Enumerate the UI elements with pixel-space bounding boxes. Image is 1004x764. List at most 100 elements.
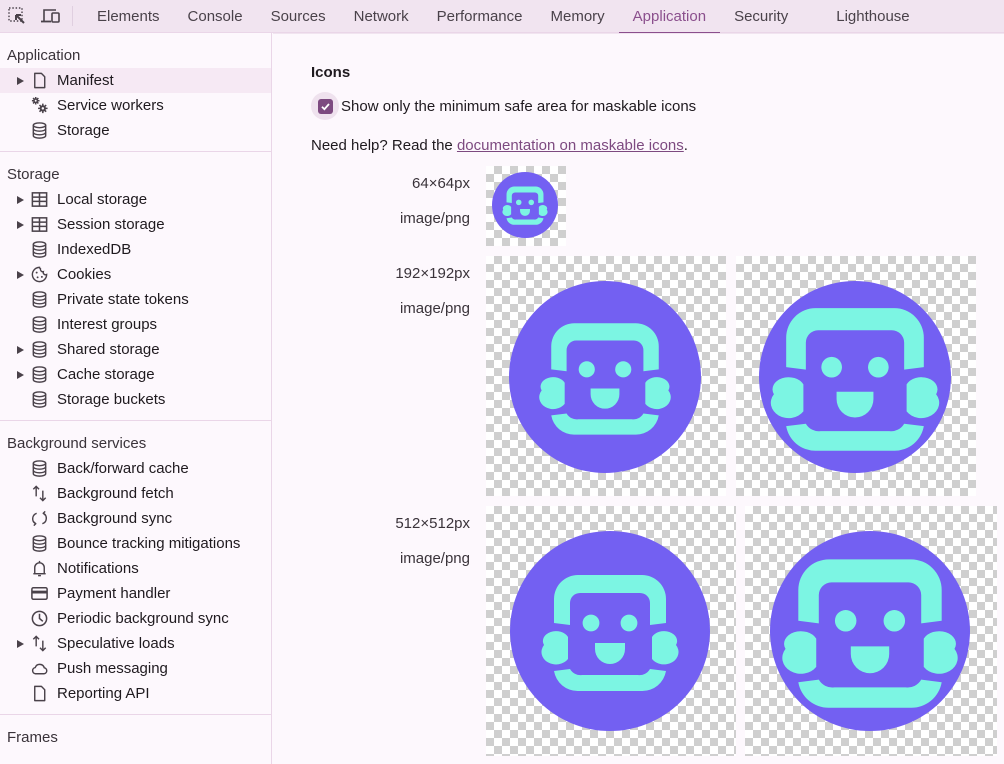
sidebar-item-cache-storage[interactable]: Cache storage: [0, 362, 271, 387]
sidebar-item-cookies[interactable]: Cookies: [0, 262, 271, 287]
database-icon: [29, 365, 49, 385]
safe-area-checkbox[interactable]: [317, 98, 333, 114]
maskable-icons-docs-link[interactable]: documentation on maskable icons: [457, 137, 684, 154]
maskable-safe-area-toggle[interactable]: Show only the minimum safe area for mask…: [311, 92, 696, 120]
database-icon: [29, 340, 49, 360]
database-icon: [29, 240, 49, 260]
database-icon: [29, 315, 49, 335]
icon-circle-background: [492, 172, 558, 238]
icon-preview-192-masked: [486, 256, 726, 496]
cloud-icon: [29, 659, 49, 679]
sidebar-item-bounce-tracking-mitigations[interactable]: Bounce tracking mitigations: [0, 531, 271, 556]
sidebar-item-shared-storage[interactable]: Shared storage: [0, 337, 271, 362]
sidebar-item-private-state-tokens[interactable]: Private state tokens: [0, 287, 271, 312]
expand-arrow-icon[interactable]: [17, 270, 24, 279]
icon-eye-right: [528, 199, 535, 206]
up-down-arrows-icon: [29, 484, 49, 504]
sidebar-item-periodic-background-sync[interactable]: Periodic background sync: [0, 606, 271, 631]
sidebar-item-label: Session storage: [57, 216, 165, 233]
sidebar-section-title: Storage: [7, 166, 60, 183]
database-icon: [29, 121, 49, 141]
sidebar-item-back-forward-cache[interactable]: Back/forward cache: [0, 456, 271, 481]
sidebar-item-label: IndexedDB: [57, 241, 132, 258]
sidebar-item-indexeddb[interactable]: IndexedDB: [0, 237, 271, 262]
icon-cheek-right: [652, 631, 679, 665]
icon-cheek-left: [782, 631, 817, 674]
sidebar-section-application: Application Manifest Service workers Storag…: [0, 33, 271, 152]
tab-lighthouse[interactable]: Lighthouse: [822, 0, 923, 33]
icon-cheek-right: [538, 205, 548, 217]
table-icon: [29, 190, 49, 210]
tab-elements[interactable]: Elements: [83, 0, 174, 33]
document-icon: [29, 684, 49, 704]
sidebar-item-background-sync[interactable]: Background sync: [0, 506, 271, 531]
sidebar: Application Manifest Service workers Storag…: [0, 33, 272, 764]
sidebar-item-label: Shared storage: [57, 341, 160, 358]
database-icon: [29, 390, 49, 410]
sidebar-item-label: Payment handler: [57, 585, 171, 602]
expand-arrow-icon[interactable]: [17, 76, 24, 85]
bell-icon: [29, 559, 49, 579]
expand-arrow-icon[interactable]: [17, 195, 24, 204]
icon-circle-background: [509, 281, 701, 473]
tab-sources[interactable]: Sources: [257, 0, 340, 33]
toolbar-divider: [72, 6, 73, 26]
icon-cheek-left: [541, 631, 568, 665]
icon-preview-512-safe-area: [745, 506, 997, 756]
sidebar-item-label: Bounce tracking mitigations: [57, 535, 241, 552]
gears-icon: [29, 96, 49, 116]
icon-eye-left: [515, 199, 522, 206]
sidebar-item-label: Back/forward cache: [57, 460, 189, 477]
expand-arrow-icon[interactable]: [17, 345, 24, 354]
icon-cheek-left: [539, 377, 565, 410]
sidebar-item-label: Background fetch: [57, 485, 174, 502]
sidebar-item-interest-groups[interactable]: Interest groups: [0, 312, 271, 337]
icon-type-label: image/png: [399, 210, 470, 227]
tab-application[interactable]: Application: [618, 0, 721, 34]
tab-security[interactable]: Security: [720, 0, 802, 33]
app-icon: [492, 172, 558, 238]
expand-arrow-icon[interactable]: [17, 639, 24, 648]
sidebar-item-storage-buckets[interactable]: Storage buckets: [0, 387, 271, 412]
tab-console[interactable]: Console: [174, 0, 257, 33]
sidebar-section-background-services: Background services Back/forward cache Bac…: [0, 421, 271, 715]
sidebar-item-background-fetch[interactable]: Background fetch: [0, 481, 271, 506]
sidebar-item-payment-handler[interactable]: Payment handler: [0, 581, 271, 606]
sidebar-item-notifications[interactable]: Notifications: [0, 556, 271, 581]
sidebar-section-title: Frames: [7, 729, 58, 746]
sidebar-item-label: Cookies: [57, 266, 112, 283]
manifest-icons-panel: Icons Show only the minimum safe area fo…: [273, 33, 1004, 764]
tab-network[interactable]: Network: [340, 0, 423, 33]
cookie-icon: [29, 265, 49, 285]
element-picker-icon[interactable]: [0, 0, 34, 33]
database-icon: [29, 459, 49, 479]
sidebar-item-local-storage[interactable]: Local storage: [0, 187, 271, 212]
sidebar-item-manifest[interactable]: Manifest: [0, 68, 271, 93]
app-icon: [770, 531, 970, 731]
icon-eye-left: [821, 356, 842, 378]
sidebar-item-session-storage[interactable]: Session storage: [0, 212, 271, 237]
sidebar-item-push-messaging[interactable]: Push messaging: [0, 656, 271, 681]
sidebar-item-storage[interactable]: Storage: [0, 118, 271, 143]
sidebar-item-label: Manifest: [57, 72, 114, 89]
sidebar-item-label: Speculative loads: [57, 635, 175, 652]
expand-arrow-icon[interactable]: [17, 220, 24, 229]
sidebar-item-speculative-loads[interactable]: Speculative loads: [0, 631, 271, 656]
sidebar-item-label: Notifications: [57, 560, 139, 577]
device-toolbar-icon[interactable]: [34, 0, 68, 33]
icon-eye-right: [868, 356, 889, 378]
sync-icon: [29, 509, 49, 529]
sidebar-item-reporting-api[interactable]: Reporting API: [0, 681, 271, 706]
sidebar-section-title: Background services: [7, 435, 147, 452]
sidebar-item-label: Cache storage: [57, 366, 155, 383]
sidebar-item-label: Private state tokens: [57, 291, 189, 308]
help-prefix: Need help? Read the: [311, 137, 457, 154]
expand-arrow-icon[interactable]: [17, 370, 24, 379]
sidebar-item-service-workers[interactable]: Service workers: [0, 93, 271, 118]
help-suffix: .: [683, 137, 688, 154]
sidebar-item-label: Interest groups: [57, 316, 158, 333]
tab-performance[interactable]: Performance: [423, 0, 537, 33]
tab-memory[interactable]: Memory: [537, 0, 619, 33]
sidebar-item-label: Reporting API: [57, 685, 150, 702]
sidebar-item-label: Periodic background sync: [57, 610, 229, 627]
